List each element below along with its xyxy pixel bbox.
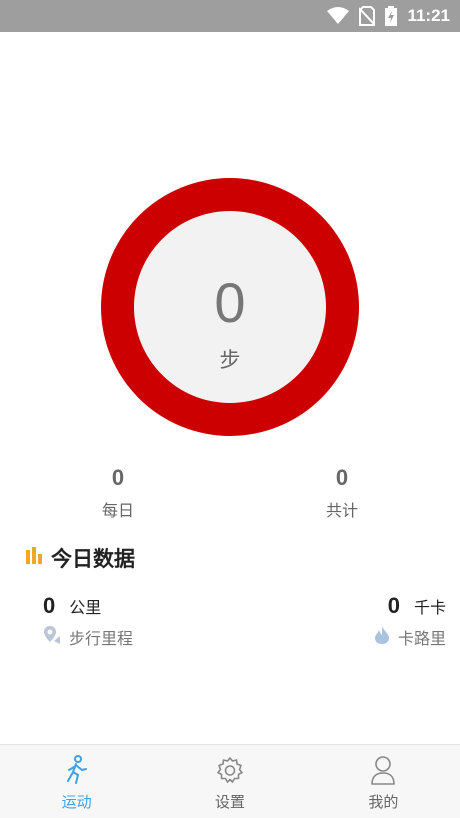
step-ring: 0 步: [101, 178, 359, 436]
total-label: 共计: [325, 501, 358, 520]
distance-unit: 公里: [69, 598, 102, 617]
step-count: 0: [214, 271, 246, 334]
daily-value: 0: [111, 465, 125, 490]
calories-unit: 千卡: [413, 598, 446, 617]
total-value: 0: [335, 465, 349, 490]
no-sim-icon: [359, 6, 376, 26]
daily-label: 每日: [101, 501, 134, 520]
distance-value: 0: [43, 593, 56, 618]
location-pin-icon: [43, 625, 61, 649]
today-data-header: 今日数据: [25, 543, 135, 573]
calories-metric: 0 千卡 卡路里: [374, 593, 446, 649]
bar-chart-icon: [25, 547, 43, 569]
tab-sport-label: 运动: [61, 793, 92, 811]
distance-label: 步行里程: [69, 629, 134, 648]
battery-charging-icon: [385, 6, 398, 26]
calories-label: 卡路里: [397, 629, 446, 648]
clock: 11:21: [407, 6, 450, 25]
tab-sport[interactable]: 运动: [0, 745, 153, 818]
wifi-icon: [327, 7, 350, 25]
flame-icon: [374, 625, 390, 649]
step-unit: 步: [219, 348, 241, 372]
gear-icon: [216, 755, 244, 789]
daily-stat: 0 每日: [58, 465, 178, 521]
user-icon: [370, 755, 396, 789]
tab-settings[interactable]: 设置: [153, 745, 306, 818]
bottom-tab-bar: 运动 设置 我的: [0, 744, 460, 818]
walk-icon: [64, 755, 90, 789]
today-data-title: 今日数据: [51, 547, 135, 571]
status-bar: 11:21: [0, 0, 460, 32]
tab-profile[interactable]: 我的: [307, 745, 460, 818]
total-stat: 0 共计: [282, 465, 402, 521]
calories-value: 0: [387, 593, 400, 618]
tab-settings-label: 设置: [214, 793, 245, 811]
distance-metric: 0 公里 步行里程: [43, 593, 133, 649]
tab-profile-label: 我的: [368, 793, 399, 811]
